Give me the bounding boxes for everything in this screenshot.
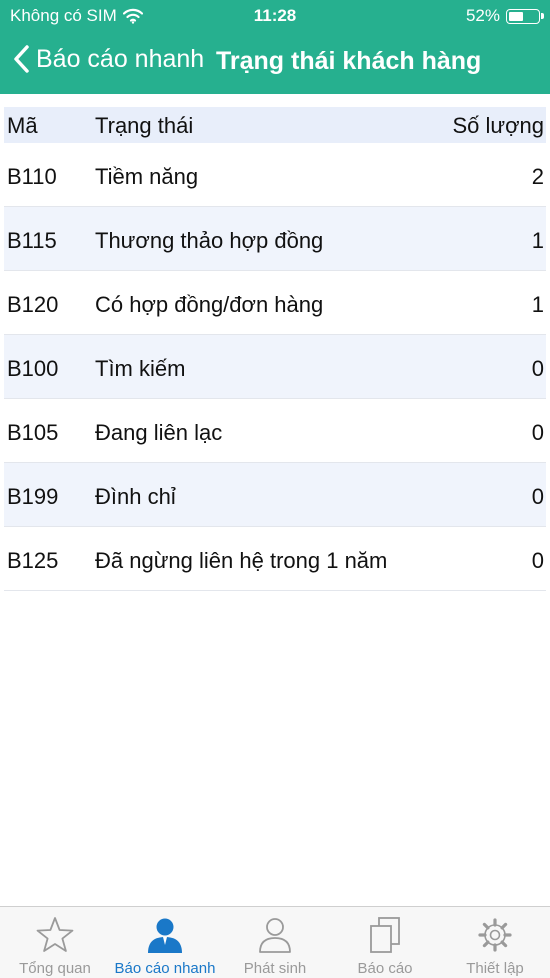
table-row[interactable]: B120 Có hợp đồng/đơn hàng 1	[4, 271, 546, 335]
tab-overview[interactable]: Tổng quan	[0, 907, 110, 978]
nav-bar: Báo cáo nhanh Trạng thái khách hàng	[0, 34, 550, 90]
back-label: Báo cáo nhanh	[36, 44, 205, 73]
table-row[interactable]: B105 Đang liên lạc 0	[4, 399, 546, 463]
row-status: Thương thảo hợp đồng	[95, 228, 324, 253]
star-icon	[36, 917, 74, 952]
battery: 52%	[465, 6, 544, 26]
table-header: Mã Trạng thái Số lượng	[4, 107, 546, 143]
row-status: Đã ngừng liên hệ trong 1 năm	[95, 548, 388, 573]
row-code: B125	[7, 548, 59, 573]
table-row[interactable]: B100 Tìm kiếm 0	[4, 335, 546, 399]
row-status: Tìm kiếm	[95, 356, 186, 381]
row-status: Có hợp đồng/đơn hàng	[95, 292, 324, 317]
page-title: Trạng thái khách hàng	[216, 47, 482, 75]
chevron-left-icon	[14, 45, 29, 73]
row-code: B105	[7, 420, 59, 445]
tab-label: Thiết lập	[466, 960, 524, 977]
tab-report[interactable]: Báo cáo	[330, 907, 440, 978]
table-row[interactable]: B115 Thương thảo hợp đồng 1	[4, 207, 546, 271]
header-code: Mã	[7, 113, 38, 138]
header-count: Số lượng	[452, 113, 544, 138]
row-count: 1	[531, 228, 544, 253]
person-icon	[148, 918, 182, 953]
copy-icon	[370, 917, 400, 953]
tab-incurred[interactable]: Phát sinh	[220, 907, 330, 978]
row-count: 0	[531, 420, 544, 445]
row-code: B120	[7, 292, 59, 317]
status-bar: Không có SIM 11:28 52%	[0, 0, 550, 32]
header-status: Trạng thái	[95, 113, 194, 138]
row-code: B100	[7, 356, 59, 381]
gear-icon	[478, 918, 512, 952]
row-count: 0	[531, 484, 544, 509]
table-row[interactable]: B199 Đình chỉ 0	[4, 463, 546, 527]
table-row[interactable]: B110 Tiềm năng 2	[4, 143, 546, 207]
row-code: B115	[7, 228, 57, 253]
tab-settings[interactable]: Thiết lập	[440, 907, 550, 978]
row-count: 1	[531, 292, 544, 317]
tab-label: Phát sinh	[243, 960, 307, 977]
tab-label: Báo cáo	[357, 960, 413, 977]
status-table: Mã Trạng thái Số lượng B110 Tiềm năng 2 …	[4, 107, 546, 591]
battery-icon	[506, 8, 544, 24]
tab-bar: Tổng quan Báo cáo nhanh Phát sinh Báo cá…	[0, 906, 550, 978]
row-status: Đình chỉ	[95, 484, 176, 509]
tab-quick-report[interactable]: Báo cáo nhanh	[110, 907, 220, 978]
battery-percent: 52%	[465, 6, 500, 25]
row-code: B199	[7, 484, 59, 509]
row-count: 0	[531, 548, 544, 573]
user-outline-icon	[259, 918, 291, 953]
table-row[interactable]: B125 Đã ngừng liên hệ trong 1 năm 0	[4, 527, 546, 591]
tab-label: Báo cáo nhanh	[114, 960, 216, 977]
tab-label: Tổng quan	[19, 960, 91, 977]
row-count: 0	[531, 356, 544, 381]
row-code: B110	[7, 164, 57, 189]
row-count: 2	[531, 164, 544, 189]
row-status: Đang liên lạc	[95, 420, 223, 445]
row-status: Tiềm năng	[95, 164, 199, 189]
top-bar: Không có SIM 11:28 52% Báo cáo nhanh Trạ…	[0, 0, 550, 94]
back-button[interactable]: Báo cáo nhanh	[12, 44, 204, 74]
